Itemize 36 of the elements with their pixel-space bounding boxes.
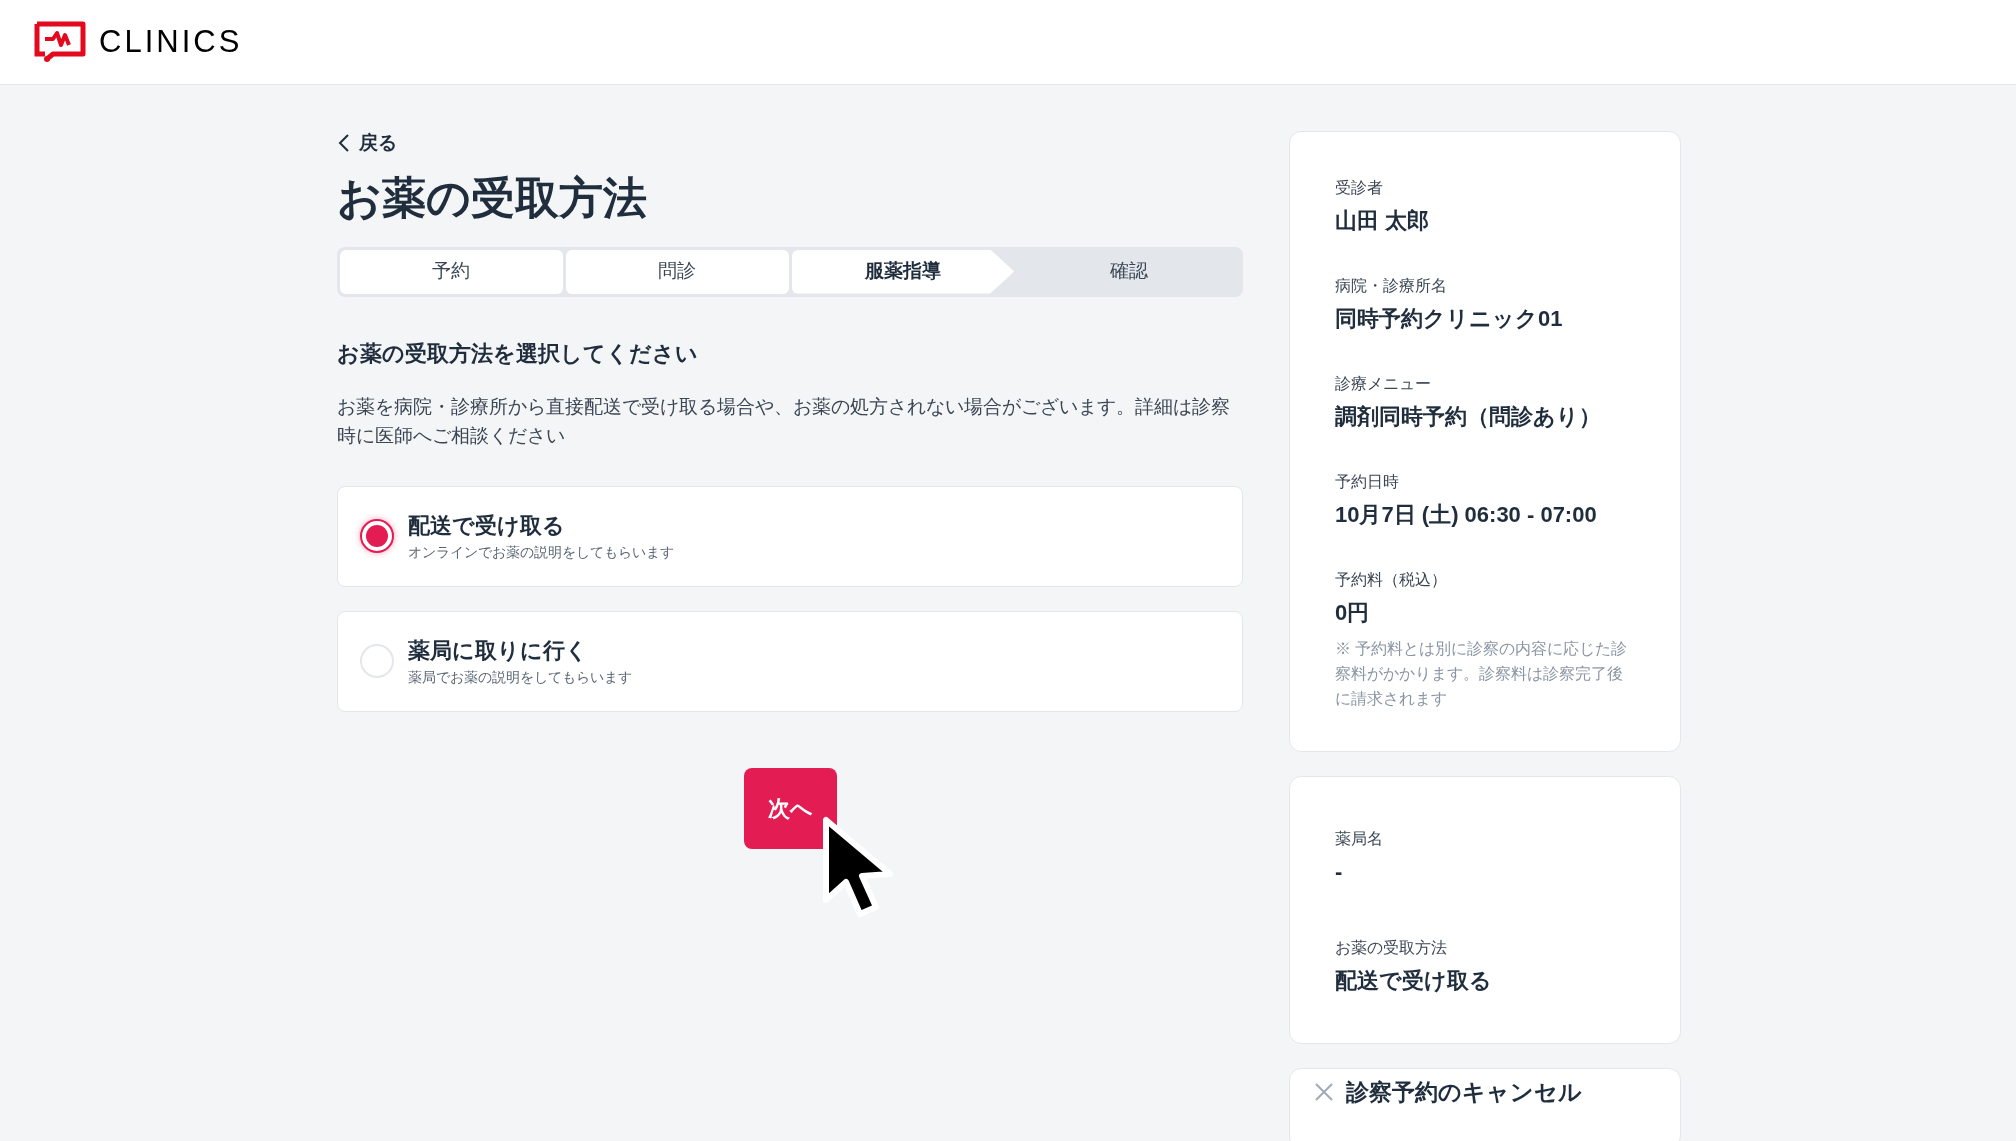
chevron-left-icon xyxy=(337,133,351,154)
field-value: 0円 xyxy=(1335,599,1371,627)
radio-button[interactable] xyxy=(360,519,394,553)
next-button[interactable]: 次へ xyxy=(743,767,837,849)
option-title: 薬局に取りに行く xyxy=(408,637,589,665)
option-subtitle: 薬局でお薬の説明をしてもらいます xyxy=(408,668,632,687)
field-label: お薬の受取方法 xyxy=(1335,938,1448,958)
field-label: 病院・診療所名 xyxy=(1335,276,1448,296)
page-title: お薬の受取方法 xyxy=(337,171,648,224)
logo-text: CLINICS xyxy=(99,22,243,61)
delivery-option[interactable]: 薬局に取りに行く 薬局でお薬の説明をしてもらいます xyxy=(337,610,1243,712)
field-value: 配送で受け取る xyxy=(1335,967,1493,995)
back-link[interactable]: 戻る xyxy=(337,129,397,158)
field-value: 同時予約クリニック01 xyxy=(1335,305,1564,333)
step-label: 予約 xyxy=(432,259,471,284)
field-value: - xyxy=(1335,858,1344,886)
field-label: 予約日時 xyxy=(1335,472,1400,492)
field-value: 調剤同時予約（問診あり） xyxy=(1335,403,1602,431)
field-label: 診療メニュー xyxy=(1335,374,1432,394)
field-label: 予約料（税込） xyxy=(1335,570,1448,590)
step-label: 確認 xyxy=(1109,259,1148,284)
fee-note: ※ 予約料とは別に診察の内容に応じた診察料がかかります。診察料は診察完了後に請求されます xyxy=(1335,639,1629,709)
cancel-link[interactable]: 診察予約のキャンセル xyxy=(1314,1075,1656,1110)
step-label: 問診 xyxy=(658,259,697,284)
delivery-option[interactable]: 配送で受け取る オンラインでお薬の説明をしてもらいます xyxy=(337,485,1243,587)
option-title: 配送で受け取る xyxy=(408,512,566,540)
field-label: 受診者 xyxy=(1335,178,1384,198)
step-label: 服薬指導 xyxy=(864,259,941,284)
field-value: 10月7日 (土) 06:30 - 07:00 xyxy=(1335,501,1598,529)
option-subtitle: オンラインでお薬の説明をしてもらいます xyxy=(408,543,674,562)
description-text: お薬を病院・診療所から直接配送で受け取る場合や、お薬の処方されない場合がございます。詳細は診察時に医師へご相談ください xyxy=(337,394,1231,448)
logo-icon xyxy=(33,21,87,63)
close-icon xyxy=(1314,1082,1334,1103)
field-value: 山田 太郎 xyxy=(1335,207,1431,235)
section-heading: お薬の受取方法を選択してください xyxy=(337,339,699,368)
field-label: 薬局名 xyxy=(1335,829,1384,849)
